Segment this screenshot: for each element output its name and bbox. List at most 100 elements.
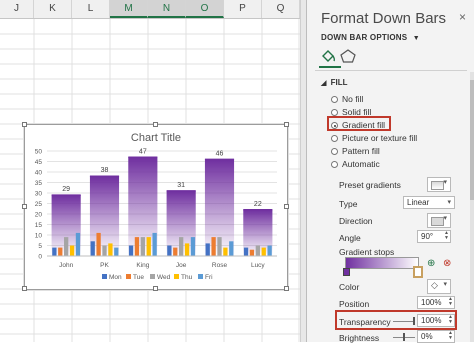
column-header-n[interactable]: N bbox=[148, 0, 186, 18]
gradient-stop-1[interactable] bbox=[343, 268, 350, 276]
bar-fri[interactable] bbox=[190, 237, 196, 256]
bar-wed[interactable] bbox=[217, 237, 222, 256]
column-header-j[interactable]: J bbox=[0, 0, 34, 18]
down-bar-options-dropdown[interactable]: DOWN BAR OPTIONS ▼ bbox=[321, 33, 420, 42]
preset-gradients-button[interactable]: ▾ bbox=[427, 177, 451, 192]
direction-button[interactable]: ▾ bbox=[427, 213, 451, 228]
color-picker-button[interactable]: ◇ ▾ bbox=[427, 279, 451, 294]
fill-option-no-fill[interactable]: No fill bbox=[331, 94, 363, 104]
bar-tue[interactable] bbox=[96, 232, 101, 256]
pane-scroll-thumb[interactable] bbox=[470, 80, 474, 200]
bar-wed[interactable] bbox=[179, 237, 184, 256]
brightness-slider-knob[interactable] bbox=[403, 333, 405, 341]
legend-swatch bbox=[174, 274, 179, 279]
bar-tue[interactable] bbox=[58, 247, 63, 256]
chart-plot[interactable]: 0 5 10 15 20 25 30 35 40 45 50 29 38 47 31 46 22 John PK… bbox=[25, 125, 287, 289]
x-category-label: Joe bbox=[176, 262, 187, 269]
legend-label: Fri bbox=[205, 274, 213, 281]
resize-handle-top-left[interactable] bbox=[22, 122, 27, 127]
bar-wed[interactable] bbox=[255, 245, 260, 257]
legend-label: Mon bbox=[109, 274, 122, 281]
spinner-icon[interactable]: ▲ ▼ bbox=[443, 231, 450, 242]
brightness-input[interactable]: 0% ▲ ▼ bbox=[417, 330, 455, 343]
bar-mon[interactable] bbox=[90, 241, 95, 256]
bar-thu[interactable] bbox=[223, 247, 228, 256]
radio-icon[interactable] bbox=[331, 109, 338, 116]
highlight-transparency bbox=[335, 310, 457, 330]
column-header-l[interactable]: L bbox=[72, 0, 110, 18]
radio-icon[interactable] bbox=[331, 135, 338, 142]
pane-scrollbar[interactable] bbox=[470, 72, 474, 342]
add-stop-icon[interactable]: ⊕ bbox=[427, 258, 435, 269]
bar-mon[interactable] bbox=[128, 245, 134, 257]
y-tick-label: 5 bbox=[38, 243, 42, 250]
bar-thu[interactable] bbox=[69, 245, 75, 257]
bar-tue[interactable] bbox=[134, 237, 140, 256]
bar-mon[interactable] bbox=[167, 245, 172, 257]
option-label: No fill bbox=[342, 94, 364, 104]
bar-fri[interactable] bbox=[152, 232, 157, 256]
resize-handle-right[interactable] bbox=[284, 204, 289, 209]
position-input[interactable]: 100% ▲ ▼ bbox=[417, 296, 455, 309]
bar-tue[interactable] bbox=[173, 247, 178, 256]
chart[interactable]: Chart Title 0 5 10 15 20 25 30 35 40 45 50 29 38 47 3… bbox=[22, 122, 289, 291]
data-label: 46 bbox=[216, 150, 224, 157]
fill-bucket-icon[interactable] bbox=[322, 50, 336, 62]
bar-thu[interactable] bbox=[184, 243, 190, 256]
bar-wed[interactable] bbox=[102, 245, 107, 257]
fill-option-picture-fill[interactable]: Picture or texture fill bbox=[331, 133, 417, 143]
bar-mon[interactable] bbox=[243, 247, 249, 256]
data-label: 47 bbox=[139, 148, 147, 155]
radio-icon[interactable] bbox=[331, 96, 338, 103]
type-label: Type bbox=[339, 199, 358, 209]
fill-option-automatic[interactable]: Automatic bbox=[331, 159, 380, 169]
y-tick-label: 40 bbox=[35, 170, 43, 177]
format-pane: Format Down Bars × DOWN BAR OPTIONS ▼ ◢ … bbox=[306, 0, 474, 343]
resize-handle-bottom-right[interactable] bbox=[284, 286, 289, 291]
column-header-o[interactable]: O bbox=[186, 0, 224, 18]
caret-down-icon: ▾ bbox=[443, 179, 447, 186]
column-header-p[interactable]: P bbox=[224, 0, 262, 18]
data-label: 31 bbox=[177, 182, 185, 189]
y-tick-label: 45 bbox=[35, 159, 43, 166]
gradient-stops-bar[interactable] bbox=[345, 257, 419, 269]
spinner-icon[interactable]: ▲ ▼ bbox=[447, 297, 454, 308]
pentagon-icon[interactable] bbox=[340, 49, 356, 63]
caret-down-icon: ▾ bbox=[443, 281, 447, 288]
bar-mon[interactable] bbox=[205, 243, 210, 256]
bar-wed[interactable] bbox=[64, 237, 69, 256]
resize-handle-bottom-left[interactable] bbox=[22, 286, 27, 291]
bar-fri[interactable] bbox=[114, 247, 119, 256]
fill-section-header[interactable]: ◢ FILL bbox=[321, 78, 348, 87]
y-tick-label: 30 bbox=[35, 191, 43, 198]
bar-thu[interactable] bbox=[261, 247, 266, 256]
bar-fri[interactable] bbox=[267, 245, 272, 257]
bar-fri[interactable] bbox=[75, 232, 81, 256]
radio-icon[interactable] bbox=[331, 148, 338, 155]
spreadsheet-area[interactable]: J K L M N O P Q Chart Title 0 5 10 15 20… bbox=[0, 0, 307, 342]
bar-tue[interactable] bbox=[211, 237, 216, 256]
bar-mon[interactable] bbox=[52, 247, 57, 256]
bar-thu[interactable] bbox=[146, 237, 151, 256]
column-header-q[interactable]: Q bbox=[262, 0, 300, 18]
resize-handle-left[interactable] bbox=[22, 204, 27, 209]
column-header-k[interactable]: K bbox=[34, 0, 72, 18]
remove-stop-icon[interactable]: ⊗ bbox=[443, 258, 451, 269]
spinner-icon[interactable]: ▲ ▼ bbox=[447, 331, 454, 342]
resize-handle-top[interactable] bbox=[153, 122, 158, 127]
gradient-stop-2-selected[interactable] bbox=[413, 266, 423, 278]
bar-fri[interactable] bbox=[229, 241, 234, 256]
column-header-m[interactable]: M bbox=[110, 0, 148, 18]
close-icon[interactable]: × bbox=[459, 10, 466, 24]
x-category-label: PK bbox=[100, 262, 109, 269]
fill-option-pattern-fill[interactable]: Pattern fill bbox=[331, 146, 380, 156]
resize-handle-bottom[interactable] bbox=[153, 286, 158, 291]
type-select[interactable]: Linear ▾ bbox=[403, 196, 455, 209]
bar-tue[interactable] bbox=[249, 249, 255, 256]
data-label: 29 bbox=[62, 186, 70, 193]
bar-thu[interactable] bbox=[108, 243, 113, 256]
bar-wed[interactable] bbox=[140, 237, 145, 256]
angle-input[interactable]: 90° ▲ ▼ bbox=[417, 230, 451, 243]
resize-handle-top-right[interactable] bbox=[284, 122, 289, 127]
radio-icon[interactable] bbox=[331, 161, 338, 168]
